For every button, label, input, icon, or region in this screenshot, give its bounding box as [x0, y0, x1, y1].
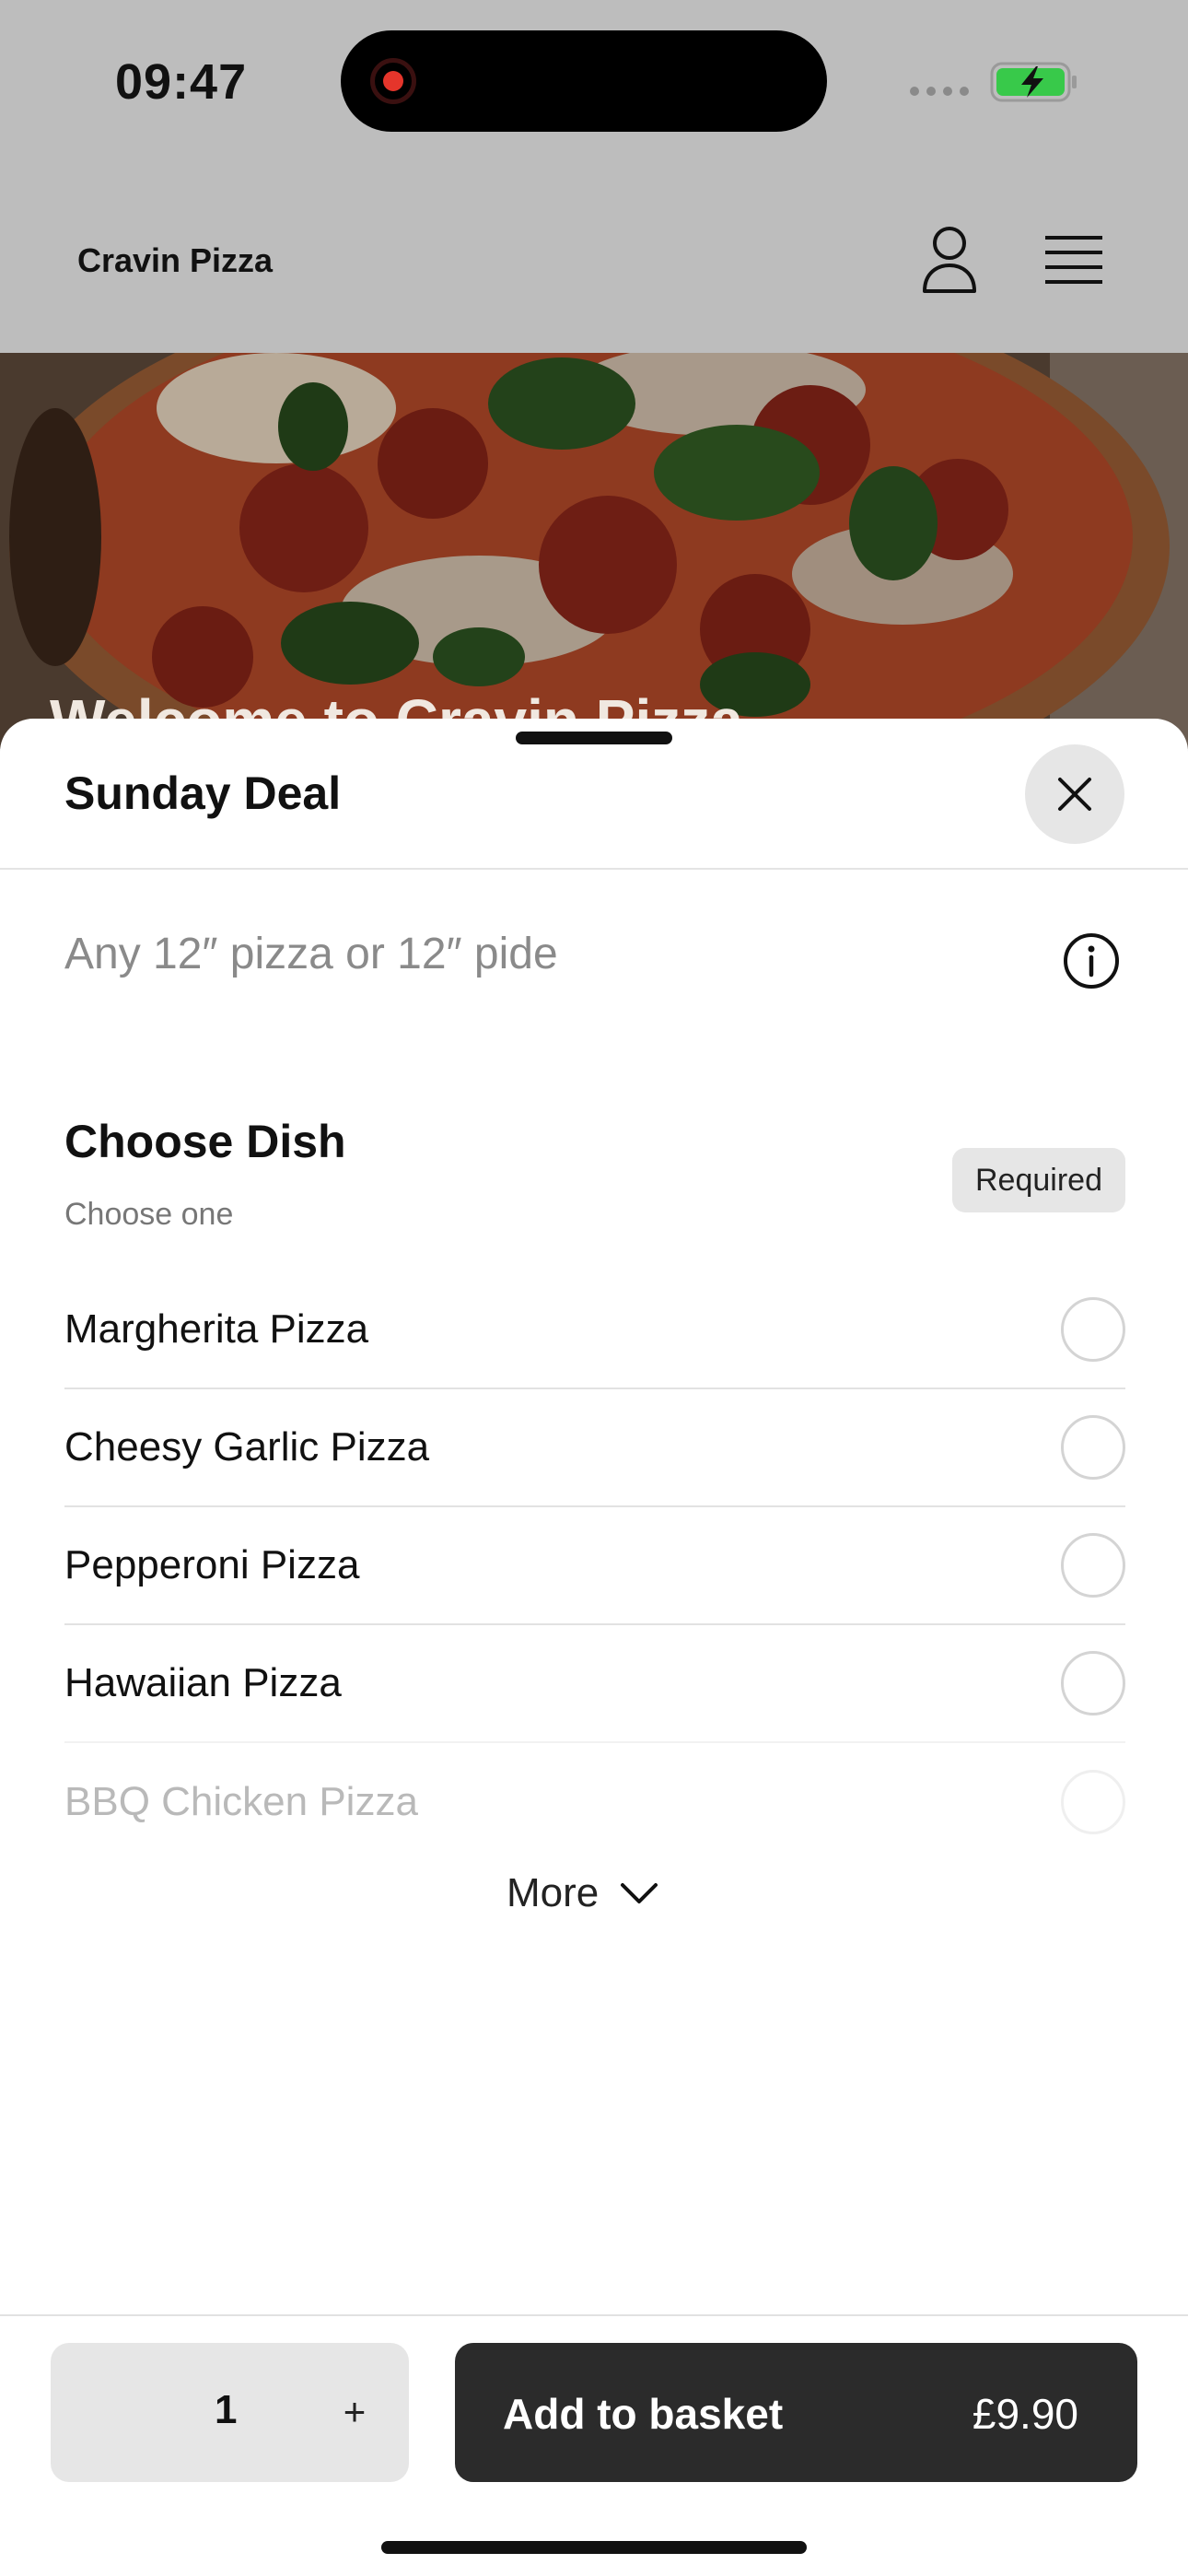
footer-divider: [0, 2314, 1188, 2316]
signal-dots-icon: [910, 87, 971, 96]
app-header: Cravin Pizza: [0, 166, 1188, 353]
radio-button[interactable]: [1061, 1297, 1125, 1362]
dish-option[interactable]: Hawaiian Pizza: [64, 1625, 1125, 1743]
deal-description: Any 12″ pizza or 12″ pide: [64, 930, 558, 978]
dish-option[interactable]: Cheesy Garlic Pizza: [64, 1389, 1125, 1507]
deal-bottom-sheet: Sunday Deal Any 12″ pizza or 12″ pide Ch…: [0, 719, 1188, 2576]
recording-indicator-icon: [370, 58, 416, 104]
section-subtitle: Choose one: [64, 1197, 234, 1232]
dish-option-label: Cheesy Garlic Pizza: [64, 1424, 430, 1469]
sheet-title: Sunday Deal: [64, 767, 342, 819]
brand-name[interactable]: Cravin Pizza: [77, 241, 273, 280]
increase-quantity-button[interactable]: +: [327, 2380, 382, 2444]
radio-button[interactable]: [1061, 1770, 1125, 1834]
status-bar: 09:47: [0, 0, 1188, 166]
quantity-value: 1: [215, 2387, 238, 2432]
add-to-basket-button[interactable]: Add to basket £9.90: [455, 2343, 1137, 2482]
close-button[interactable]: [1025, 744, 1124, 844]
menu-icon[interactable]: [1043, 234, 1104, 286]
sheet-grabber[interactable]: [516, 732, 672, 744]
close-icon: [1058, 778, 1091, 811]
battery-charging-icon: [990, 62, 1077, 102]
dish-option-label: Margherita Pizza: [64, 1306, 369, 1352]
dish-option[interactable]: BBQ Chicken Pizza: [64, 1743, 1125, 1861]
dish-option[interactable]: Pepperoni Pizza: [64, 1507, 1125, 1625]
dish-option-label: Pepperoni Pizza: [64, 1542, 360, 1587]
more-label: More: [507, 1870, 600, 1915]
info-icon[interactable]: [1063, 932, 1120, 989]
dynamic-island: [341, 30, 827, 132]
section-title: Choose Dish: [64, 1116, 346, 1167]
dish-option-label: BBQ Chicken Pizza: [64, 1779, 418, 1824]
quantity-stepper: 1 +: [51, 2343, 409, 2482]
status-time: 09:47: [115, 54, 248, 110]
radio-button[interactable]: [1061, 1533, 1125, 1598]
hero-pizza-image: Welcome to Cravin Pizza: [0, 353, 1188, 749]
more-button[interactable]: More: [507, 1861, 659, 1926]
dish-option[interactable]: Margherita Pizza: [64, 1271, 1125, 1389]
required-badge: Required: [952, 1148, 1125, 1212]
dish-option-label: Hawaiian Pizza: [64, 1660, 342, 1705]
header-divider: [0, 868, 1188, 870]
price-label: £9.90: [972, 2390, 1078, 2438]
radio-button[interactable]: [1061, 1415, 1125, 1480]
home-indicator[interactable]: [381, 2541, 807, 2554]
user-icon[interactable]: [921, 225, 978, 295]
radio-button[interactable]: [1061, 1651, 1125, 1715]
dish-options-list: Margherita Pizza Cheesy Garlic Pizza Pep…: [64, 1271, 1125, 1861]
chevron-down-icon: [621, 1883, 658, 1903]
add-to-basket-label: Add to basket: [503, 2390, 784, 2438]
